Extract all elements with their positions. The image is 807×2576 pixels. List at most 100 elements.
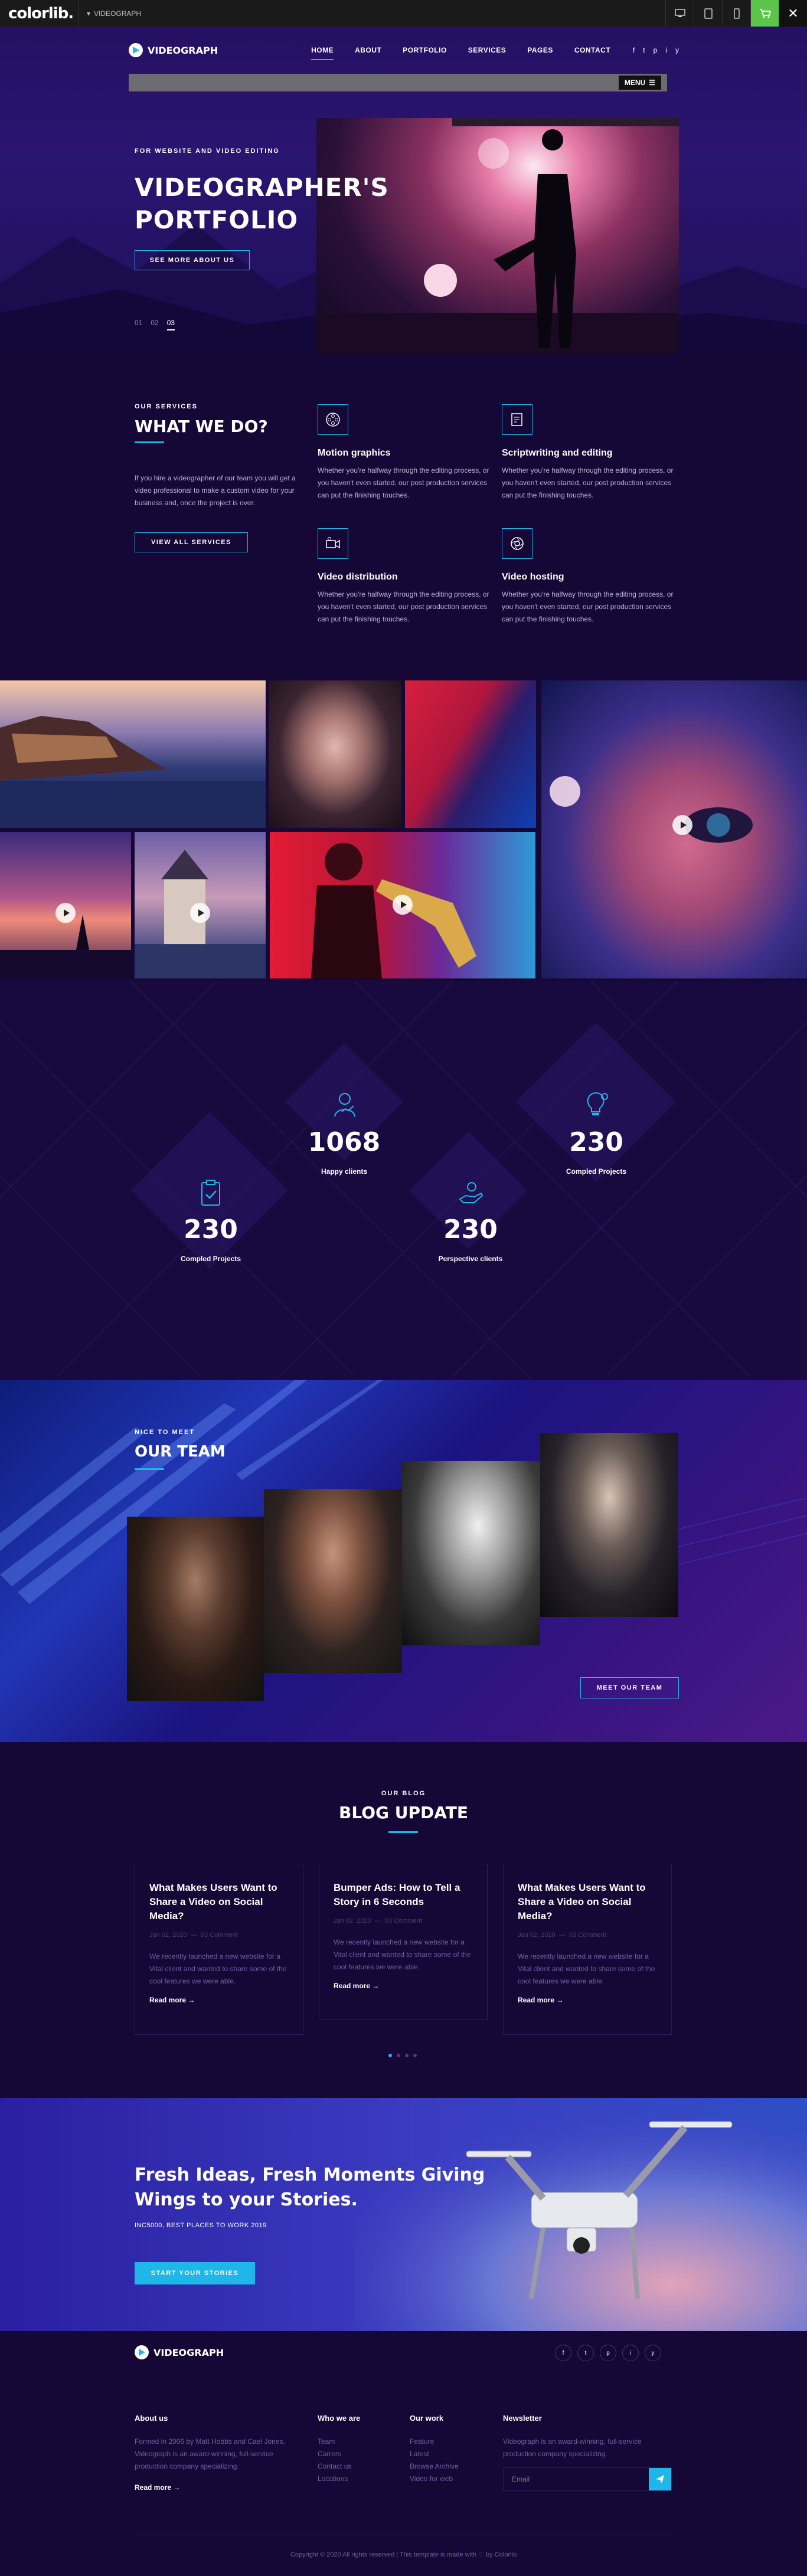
youtube-icon[interactable]: y — [675, 46, 679, 54]
camera-lens-icon — [502, 528, 532, 559]
device-switcher: ✕ — [665, 0, 807, 27]
title-underline — [135, 1468, 164, 1470]
post-title[interactable]: What Makes Users Want to Share a Video o… — [149, 1881, 289, 1923]
team-section: NICE TO MEET OUR TEAM MEET OUR TEAM — [0, 1380, 807, 1742]
twitter-icon[interactable]: t — [577, 2345, 594, 2361]
tablet-icon[interactable] — [694, 0, 722, 27]
youtube-icon[interactable]: y — [645, 2345, 661, 2361]
team-photo-man-leather[interactable] — [540, 1433, 678, 1617]
nav-item-services[interactable]: SERVICES — [458, 46, 517, 54]
menu-button[interactable]: MENU ☰ — [618, 76, 661, 90]
footer-read-more[interactable]: Read more → — [135, 2483, 300, 2492]
see-more-button[interactable]: SEE MORE ABOUT US — [135, 250, 250, 270]
nav-item-portfolio[interactable]: PORTFOLIO — [392, 46, 458, 54]
gallery-image-coast[interactable] — [0, 680, 266, 828]
chevron-down-icon: ▾ — [87, 9, 91, 18]
read-more-link[interactable]: Read more → — [334, 1982, 473, 1990]
nav-item-pages[interactable]: PAGES — [517, 46, 564, 54]
services-title: WHAT WE DO? — [135, 417, 268, 436]
team-photo-man-beard[interactable] — [264, 1489, 402, 1673]
counter-label: Perspective clients — [438, 1255, 503, 1263]
gallery-image-red-blue-portrait[interactable] — [405, 680, 536, 828]
footer-link[interactable]: Browse Archive — [410, 2460, 459, 2473]
footer-link[interactable]: Feature — [410, 2436, 459, 2448]
pager-dot[interactable] — [405, 2054, 409, 2057]
counter-value: 230 — [443, 1215, 498, 1245]
post-meta: Jan 02, 2020 — 03 Comment — [149, 1932, 238, 1939]
pinterest-icon[interactable]: p — [654, 46, 658, 54]
play-logo-icon — [129, 43, 143, 57]
footer-link[interactable]: Team — [318, 2436, 360, 2448]
pinterest-icon[interactable]: p — [600, 2345, 616, 2361]
play-icon[interactable] — [190, 903, 210, 923]
footer-link[interactable]: Locations — [318, 2473, 360, 2485]
colorlib-logo[interactable]: colorlib. — [0, 5, 78, 22]
read-more-link[interactable]: Read more → — [518, 1996, 657, 2004]
hero-title-line1: VIDEOGRAPHER'S — [135, 173, 389, 202]
cart-icon[interactable] — [750, 0, 779, 27]
gallery-image-woman-portrait[interactable] — [269, 680, 401, 828]
footer-link[interactable]: Carrers — [318, 2448, 360, 2460]
close-icon[interactable]: ✕ — [779, 0, 807, 27]
blog-card[interactable]: Bumper Ads: How to Tell a Story in 6 Sec… — [319, 1864, 488, 2020]
team-photo-woman-bw[interactable] — [402, 1461, 540, 1645]
footer-link[interactable]: Latest — [410, 2448, 459, 2460]
post-comments: 03 Comment — [384, 1917, 422, 1924]
nav-item-contact[interactable]: CONTACT — [564, 46, 621, 54]
footer-brand[interactable]: VIDEOGRAPH — [135, 2345, 224, 2359]
template-name[interactable]: ▾ VIDEOGRAPH — [78, 0, 141, 27]
read-more-link[interactable]: Read more → — [149, 1996, 289, 2004]
service-title: Motion graphics — [318, 448, 391, 458]
script-icon — [502, 404, 532, 435]
mobile-icon[interactable] — [722, 0, 750, 27]
send-icon[interactable] — [649, 2468, 671, 2490]
footer: VIDEOGRAPH f t p i y About us Formed in … — [0, 2331, 807, 2576]
post-date: Jan 02, 2020 — [334, 1917, 371, 1924]
newsletter-text: Videograph is an award-winning, full-ser… — [503, 2437, 642, 2458]
user-chart-icon — [334, 1093, 355, 1117]
desktop-icon[interactable] — [665, 0, 694, 27]
silhouette-videographer — [316, 118, 679, 354]
title-underline — [135, 441, 164, 443]
view-all-services-button[interactable]: VIEW ALL SERVICES — [135, 532, 248, 552]
slide-dot[interactable]: 02 — [151, 319, 158, 330]
twitter-icon[interactable]: t — [643, 46, 645, 54]
gallery-image-sunset[interactable] — [0, 832, 131, 978]
blog-card[interactable]: What Makes Users Want to Share a Video o… — [503, 1864, 672, 2035]
start-your-stories-button[interactable]: START YOUR STORIES — [135, 2262, 255, 2284]
post-title[interactable]: Bumper Ads: How to Tell a Story in 6 Sec… — [334, 1881, 473, 1909]
play-icon[interactable] — [55, 903, 76, 923]
slide-dot[interactable]: 01 — [135, 319, 142, 330]
gallery-image-saxophone[interactable] — [270, 832, 535, 978]
post-title[interactable]: What Makes Users Want to Share a Video o… — [518, 1881, 657, 1923]
facebook-icon[interactable]: f — [555, 2345, 571, 2361]
nav-item-about[interactable]: ABOUT — [344, 46, 392, 54]
brand[interactable]: VIDEOGRAPH — [129, 43, 218, 57]
cta-title-line1: Fresh Ideas, Fresh Moments Giving — [135, 2165, 485, 2185]
play-icon[interactable] — [393, 895, 413, 915]
team-photo-woman-curly[interactable] — [127, 1517, 264, 1701]
gallery-image-castle[interactable] — [135, 832, 266, 978]
pager-dot[interactable] — [413, 2054, 417, 2057]
service-text: Whether you're halfway through the editi… — [502, 466, 674, 499]
blog-card[interactable]: What Makes Users Want to Share a Video o… — [135, 1864, 303, 2035]
post-comments: 03 Comment — [200, 1932, 238, 1939]
play-icon[interactable] — [672, 815, 692, 835]
pager-dot-active[interactable] — [388, 2054, 392, 2057]
nav-item-home[interactable]: HOME — [300, 46, 344, 60]
instagram-icon[interactable]: i — [665, 46, 667, 54]
slide-dot-active[interactable]: 03 — [166, 319, 175, 330]
footer-link[interactable]: Contact us — [318, 2460, 360, 2473]
copyright: Copyright © 2020 All rights reserved | T… — [290, 2551, 517, 2558]
facebook-icon[interactable]: f — [633, 46, 635, 54]
instagram-icon[interactable]: i — [622, 2345, 639, 2361]
footer-link[interactable]: Video for web — [410, 2473, 459, 2485]
pager-dot[interactable] — [397, 2054, 400, 2057]
counter-value: 230 — [184, 1215, 238, 1245]
cta-title: Fresh Ideas, Fresh Moments Giving Wings t… — [135, 2163, 485, 2212]
footer-col-work: Our work Feature Latest Browse Archive V… — [410, 2414, 459, 2485]
brand-name: VIDEOGRAPH — [148, 44, 218, 56]
gallery-image-freckled-face[interactable] — [541, 680, 807, 978]
email-input[interactable] — [504, 2468, 645, 2490]
meet-our-team-button[interactable]: MEET OUR TEAM — [580, 1677, 679, 1698]
